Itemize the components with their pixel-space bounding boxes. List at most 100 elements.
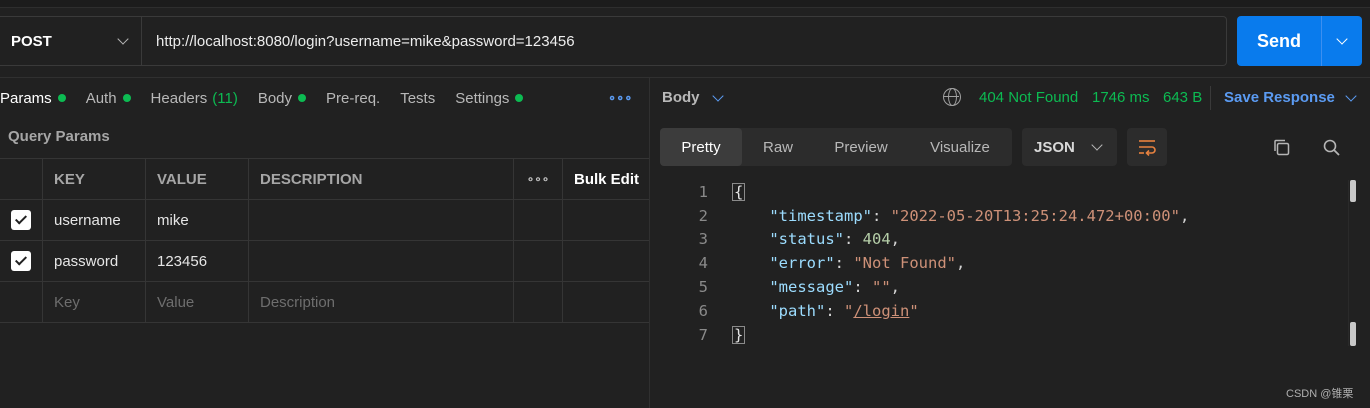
- tab-pretty[interactable]: Pretty: [660, 128, 742, 166]
- scrollbar-thumb[interactable]: [1350, 322, 1356, 346]
- tab-visualize[interactable]: Visualize: [908, 128, 1012, 166]
- new-description-input[interactable]: Description: [249, 282, 514, 322]
- row-empty-cell: [514, 241, 563, 281]
- tab-params-label: Params: [0, 89, 52, 107]
- param-description[interactable]: [249, 200, 514, 240]
- status-dot-icon: [122, 94, 131, 102]
- scrollbar-track: [1348, 180, 1349, 346]
- line-number: 5: [698, 278, 708, 297]
- response-body-select[interactable]: Body: [662, 89, 724, 106]
- response-json-viewer[interactable]: 1{ 2 "timestamp": "2022-05-20T13:25:24.4…: [660, 180, 1350, 347]
- new-key-input[interactable]: Key: [43, 282, 146, 322]
- copy-icon[interactable]: [1272, 138, 1291, 157]
- code-line: 1{: [660, 180, 1350, 204]
- tab-preview[interactable]: Preview: [814, 128, 908, 166]
- new-value-input[interactable]: Value: [146, 282, 249, 322]
- response-time[interactable]: 1746 ms: [1092, 89, 1150, 106]
- column-header-key: KEY: [43, 159, 146, 199]
- row-check-cell: [0, 241, 43, 281]
- tab-prereq[interactable]: Pre-req.: [326, 90, 380, 107]
- json-key: "path": [769, 301, 826, 320]
- row-check-cell: [0, 200, 43, 240]
- json-link-value[interactable]: /login: [853, 302, 909, 320]
- headers-count: (11): [212, 89, 238, 107]
- request-tabs: Params Auth Headers (11) Body Pre-req. Te…: [0, 85, 543, 111]
- line-number: 1: [698, 182, 708, 201]
- tab-tests-label: Tests: [400, 89, 436, 107]
- row-empty-cell: [563, 241, 649, 281]
- query-params-title: Query Params: [8, 128, 110, 145]
- table-row: password 123456: [0, 241, 649, 282]
- request-url-bar: POST: [0, 16, 1227, 66]
- save-response-label: Save Response: [1224, 89, 1335, 106]
- tab-auth[interactable]: Auth: [86, 90, 131, 107]
- chevron-down-icon: [117, 33, 129, 45]
- chevron-down-icon: [1336, 33, 1348, 45]
- scrollbar-thumb[interactable]: [1350, 180, 1356, 202]
- method-select[interactable]: POST: [0, 17, 142, 65]
- globe-icon[interactable]: [943, 88, 961, 106]
- column-options-button[interactable]: ∘∘∘: [514, 159, 563, 199]
- param-description[interactable]: [249, 241, 514, 281]
- pane-divider[interactable]: [649, 78, 650, 408]
- status-dot-icon: [57, 94, 66, 102]
- line-number: 6: [698, 301, 708, 320]
- response-body-label: Body: [662, 89, 700, 106]
- json-key: "error": [769, 254, 835, 273]
- json-quote: ": [844, 301, 854, 320]
- json-value: "Not Found": [853, 254, 956, 273]
- row-empty-cell: [514, 282, 563, 322]
- bulk-edit-button[interactable]: Bulk Edit: [563, 159, 649, 199]
- chevron-down-icon: [1345, 89, 1357, 102]
- tab-settings[interactable]: Settings: [455, 89, 524, 107]
- param-key[interactable]: password: [43, 241, 146, 281]
- row-check-cell: [0, 282, 43, 322]
- line-number: 7: [698, 325, 708, 344]
- tab-tests[interactable]: Tests: [400, 90, 435, 107]
- url-input[interactable]: [142, 17, 1226, 65]
- checkbox-checked-icon[interactable]: [11, 251, 31, 271]
- column-header-value: VALUE: [146, 159, 249, 199]
- param-key[interactable]: username: [43, 200, 146, 240]
- search-icon[interactable]: [1322, 138, 1341, 157]
- json-brace: {: [732, 182, 746, 201]
- response-view-tabs: Pretty Raw Preview Visualize: [660, 128, 1012, 166]
- query-params-table: KEY VALUE DESCRIPTION ∘∘∘ Bulk Edit user…: [0, 158, 649, 323]
- tab-raw[interactable]: Raw: [742, 128, 814, 166]
- wrap-lines-icon: [1139, 140, 1156, 156]
- code-line: 3 "status": 404,: [660, 228, 1350, 252]
- format-select[interactable]: JSON: [1022, 128, 1117, 166]
- tab-settings-label: Settings: [455, 89, 510, 107]
- status-code[interactable]: 404 Not Found: [979, 89, 1078, 106]
- json-key: "status": [769, 230, 844, 249]
- send-options-button[interactable]: [1321, 16, 1362, 66]
- param-value[interactable]: mike: [146, 200, 249, 240]
- tab-headers[interactable]: Headers (11): [151, 90, 238, 107]
- row-empty-cell: [514, 200, 563, 240]
- divider: [1210, 86, 1211, 110]
- json-value: "": [872, 278, 891, 297]
- tab-prereq-label: Pre-req.: [326, 89, 381, 107]
- checkbox-checked-icon[interactable]: [11, 210, 31, 230]
- tab-body-label: Body: [257, 89, 293, 107]
- tab-params[interactable]: Params: [0, 90, 66, 107]
- line-number: 2: [698, 206, 708, 225]
- tab-body[interactable]: Body: [257, 89, 307, 107]
- format-label: JSON: [1034, 138, 1075, 156]
- response-size[interactable]: 643 B: [1163, 89, 1202, 106]
- watermark: CSDN @锥栗: [1286, 388, 1354, 400]
- column-header-description: DESCRIPTION: [249, 159, 514, 199]
- status-dot-icon: [515, 94, 524, 102]
- more-tabs-button[interactable]: ∘∘∘: [608, 90, 632, 106]
- send-button-group: Send: [1237, 16, 1362, 66]
- wrap-lines-button[interactable]: [1127, 128, 1167, 166]
- more-icon: ∘∘∘: [526, 172, 550, 186]
- json-key: "message": [769, 278, 854, 297]
- line-number: 3: [698, 230, 708, 249]
- json-brace: }: [732, 325, 746, 344]
- json-value: "2022-05-20T13:25:24.472+00:00": [890, 206, 1180, 225]
- send-button[interactable]: Send: [1237, 16, 1321, 66]
- param-value[interactable]: 123456: [146, 241, 249, 281]
- tab-auth-label: Auth: [85, 89, 117, 107]
- save-response-button[interactable]: Save Response: [1224, 89, 1357, 106]
